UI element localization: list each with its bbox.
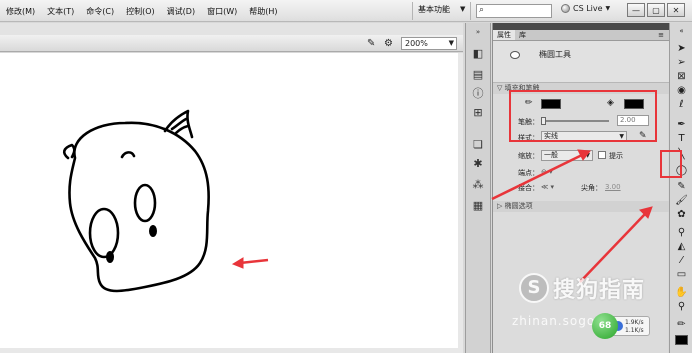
- miter-label: 尖角：: [581, 184, 602, 192]
- zoom-value: 200%: [405, 39, 428, 48]
- transform-panel-icon[interactable]: ⊞: [471, 106, 485, 120]
- close-button[interactable]: ✕: [667, 3, 685, 17]
- tab-properties[interactable]: 属性: [493, 30, 515, 40]
- window-controls: — ▢ ✕: [627, 3, 685, 17]
- workspace-arrow-icon[interactable]: ▼: [460, 5, 465, 13]
- menu-separator: [470, 2, 471, 20]
- download-speed: 1.1K/s: [625, 327, 644, 334]
- horizontal-scrollbar[interactable]: [0, 348, 458, 353]
- pen-tool-icon[interactable]: ✒: [675, 119, 688, 131]
- menu-window[interactable]: 窗口(W): [201, 6, 243, 17]
- help-search-input[interactable]: ⌕: [476, 4, 552, 18]
- menu-debug[interactable]: 调试(D): [161, 6, 201, 17]
- menu-control[interactable]: 控制(O): [120, 6, 161, 17]
- collapse-arrow-icon[interactable]: »: [471, 25, 485, 39]
- menu-text[interactable]: 文本(T): [41, 6, 80, 17]
- minimize-button[interactable]: —: [627, 3, 645, 17]
- annotation-arrow: [231, 257, 269, 269]
- collapsed-panels-strip: » ◧ ▤ ⓘ ⊞ ❏ ✱ ⁂ ▦: [465, 23, 491, 353]
- tools-panel: « ➤ ➢ ⊠ ◉ ℓ ✒ T ╲ ◯ ✎ 🖌 ✿ ⚲ ◭ ⁄ ▭ ✋ ⚲ ✏: [660, 23, 692, 353]
- panel-menu-icon[interactable]: ≡: [658, 31, 664, 39]
- selection-tool-icon[interactable]: ➤: [675, 43, 688, 55]
- code-snippets-icon[interactable]: ⁂: [471, 178, 485, 192]
- edit-bar: ✎ ⚙ 200% ▼: [0, 35, 463, 52]
- brush-tool-icon[interactable]: 🖌: [675, 195, 688, 207]
- tab-library[interactable]: 库: [515, 30, 530, 40]
- cartoon-head-drawing: [62, 109, 269, 293]
- align-panel-icon[interactable]: ▤: [471, 68, 485, 82]
- tool-name: 椭圆工具: [539, 50, 571, 59]
- stroke-color-tool-icon[interactable]: ✏: [675, 319, 688, 331]
- oval-options-section-header[interactable]: ▷ 椭圆选项: [493, 201, 669, 212]
- join-label: 接合：: [518, 184, 539, 192]
- free-transform-tool-icon[interactable]: ⊠: [675, 71, 688, 83]
- bone-tool-icon[interactable]: ⚲: [675, 227, 688, 239]
- subselection-tool-icon[interactable]: ➢: [675, 57, 688, 69]
- sogou-logo: S: [519, 273, 549, 303]
- paint-bucket-tool-icon[interactable]: ◭: [675, 241, 688, 253]
- annotation-highlight-box: [509, 90, 657, 142]
- section-title: 椭圆选项: [504, 202, 533, 210]
- info-panel-icon[interactable]: ⓘ: [471, 87, 485, 101]
- collapse-arrow-icon[interactable]: «: [675, 25, 688, 37]
- chevron-down-icon: ▼: [585, 152, 590, 159]
- oval-tool-icon: [510, 51, 520, 59]
- components-panel-icon[interactable]: ❏: [471, 138, 485, 152]
- cs-live-label: CS Live: [573, 4, 603, 13]
- eraser-tool-icon[interactable]: ▭: [675, 269, 688, 281]
- stage-toolbar: [0, 23, 463, 35]
- hand-tool-icon[interactable]: ✋: [675, 287, 688, 299]
- 3d-rotation-tool-icon[interactable]: ◉: [675, 85, 688, 97]
- color-panel-icon[interactable]: ◧: [471, 47, 485, 61]
- deco-tool-icon[interactable]: ✿: [675, 209, 688, 221]
- edit-scene-icon[interactable]: ⚙: [384, 38, 393, 49]
- workspace-switcher[interactable]: 基本功能: [418, 4, 450, 15]
- pencil-tool-icon[interactable]: ✎: [675, 181, 688, 193]
- menu-help[interactable]: 帮助(H): [243, 6, 283, 17]
- zoom-tool-icon[interactable]: ⚲: [675, 301, 688, 313]
- eyedropper-tool-icon[interactable]: ⁄: [675, 255, 688, 267]
- annotation-tool-highlight: [660, 150, 682, 178]
- join-select[interactable]: ≪ ▾: [541, 183, 554, 191]
- network-speed-widget[interactable]: 1.9K/s 1.1K/s 68: [592, 313, 650, 339]
- panel-title-bar: [493, 23, 669, 30]
- miter-value[interactable]: 3.00: [605, 183, 621, 191]
- cap-select[interactable]: ⊖ ▾: [541, 168, 553, 176]
- lasso-tool-icon[interactable]: ℓ: [675, 99, 688, 111]
- menu-bar: 修改(M) 文本(T) 命令(C) 控制(O) 调试(D) 窗口(W) 帮助(H…: [0, 0, 692, 22]
- search-icon: ⌕: [479, 5, 485, 15]
- motion-presets-icon[interactable]: ✱: [471, 157, 485, 171]
- scale-value: 一般: [544, 151, 558, 159]
- menu-commands[interactable]: 命令(C): [80, 6, 120, 17]
- scale-select[interactable]: 一般 ▼: [541, 150, 593, 161]
- hinting-label: 提示: [609, 152, 623, 160]
- tool-header: 椭圆工具: [493, 41, 669, 83]
- panel-tabs: 属性 库: [493, 30, 669, 41]
- cs-live-button[interactable]: CS Live ▼: [561, 4, 610, 13]
- edit-symbols-icon[interactable]: ✎: [367, 38, 375, 49]
- text-tool-icon[interactable]: T: [675, 133, 688, 145]
- history-panel-icon[interactable]: ▦: [471, 199, 485, 213]
- chevron-down-icon: ▽: [497, 84, 503, 92]
- sogou-watermark: S 搜狗指南: [519, 272, 645, 304]
- hinting-checkbox[interactable]: [598, 151, 606, 159]
- chevron-right-icon: ▷: [497, 202, 503, 210]
- menu-items: 修改(M) 文本(T) 命令(C) 控制(O) 调试(D) 窗口(W) 帮助(H…: [0, 0, 284, 22]
- menu-modify[interactable]: 修改(M): [0, 6, 41, 17]
- cap-label: 端点：: [518, 169, 539, 177]
- zoom-select[interactable]: 200% ▼: [401, 37, 457, 50]
- chevron-down-icon: ▼: [605, 5, 611, 12]
- upload-speed: 1.9K/s: [625, 319, 644, 326]
- vertical-scrollbar[interactable]: [458, 53, 463, 353]
- fill-color-tool-swatch[interactable]: [675, 335, 688, 345]
- watermark-text: 搜狗指南: [553, 278, 646, 303]
- chevron-down-icon: ▼: [448, 39, 454, 47]
- scale-label: 缩放：: [518, 152, 539, 160]
- maximize-button[interactable]: ▢: [647, 3, 665, 17]
- speed-badge: 68: [592, 313, 618, 339]
- cs-live-icon: [561, 4, 570, 13]
- menu-separator: [412, 2, 413, 20]
- stage-canvas[interactable]: [0, 53, 458, 353]
